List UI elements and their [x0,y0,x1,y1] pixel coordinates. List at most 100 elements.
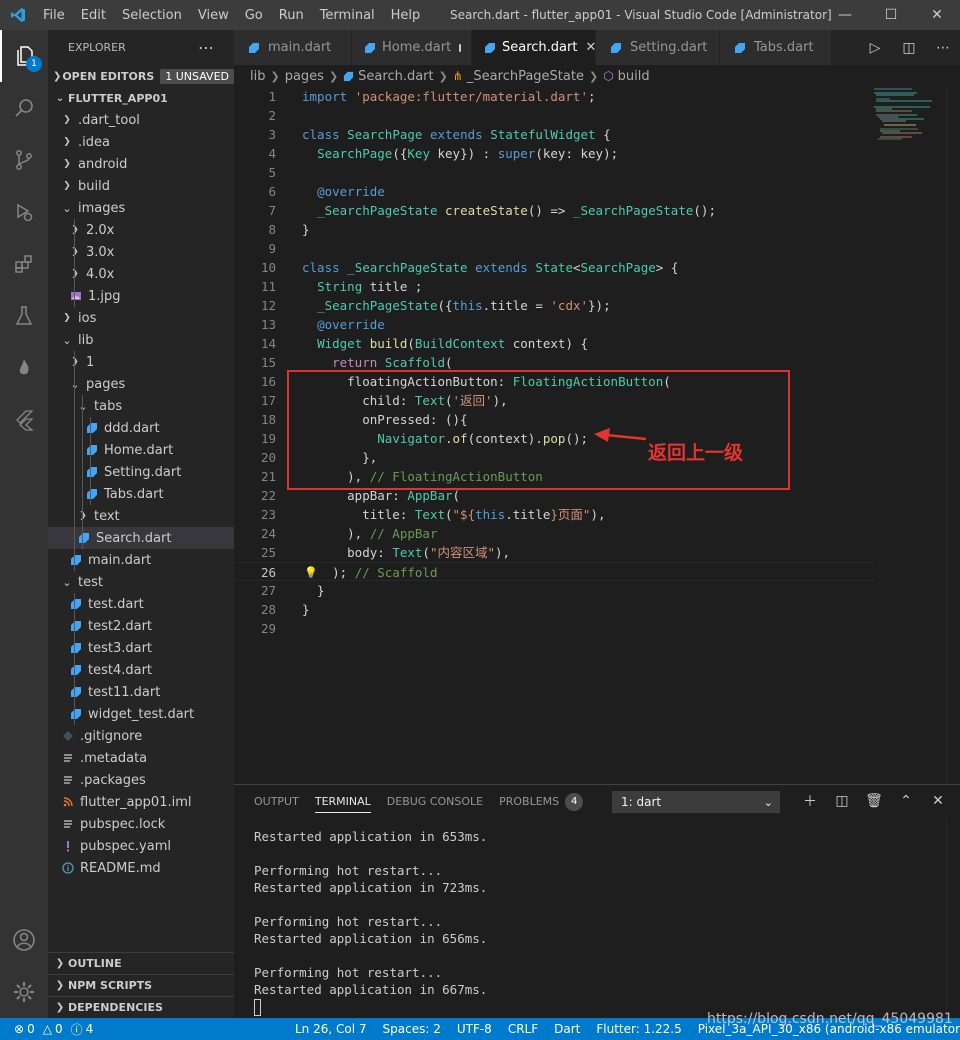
project-section[interactable]: ⌄ FLUTTER_APP01 [48,87,234,109]
search-activity-button[interactable] [0,82,48,134]
chevron-up-icon[interactable]: ⌃ [890,789,922,813]
breadcrumb-file[interactable]: Search.dart [358,69,433,84]
menu-selection[interactable]: Selection [114,8,190,23]
menu-go[interactable]: Go [237,8,271,23]
code-token: Key [407,146,430,161]
chevron-right-icon: ❯ [68,225,82,235]
tree-file[interactable]: .metadata [48,747,234,769]
tab-setting-dart[interactable]: Setting.dart [596,30,720,65]
close-panel-icon[interactable]: ✕ [922,789,954,813]
outline-section[interactable]: ❯ OUTLINE [48,952,234,974]
problems-status[interactable]: ⊗ 0 △ 0 ⓘ 4 [0,1021,93,1038]
manage-activity-button[interactable] [0,966,48,1018]
tab-output[interactable]: OUTPUT [254,785,299,818]
tree-file[interactable]: ddd.dart [48,417,234,439]
tree-file[interactable]: pubspec.yaml [48,835,234,857]
terminal-scrollbar[interactable] [946,818,960,1018]
run-debug-activity-button[interactable] [0,186,48,238]
tree-file[interactable]: Setting.dart [48,461,234,483]
accounts-activity-button[interactable] [0,914,48,966]
lightbulb-icon[interactable]: 💡 [304,563,318,582]
menu-help[interactable]: Help [383,8,429,23]
tree-folder[interactable]: ❯ android [48,153,234,175]
tree-folder[interactable]: ❯ .idea [48,131,234,153]
new-terminal-icon[interactable]: ＋ [794,789,826,813]
tree-file[interactable]: .packages [48,769,234,791]
tree-file[interactable]: widget_test.dart [48,703,234,725]
line-endings[interactable]: CRLF [508,1022,538,1036]
tree-file[interactable]: test2.dart [48,615,234,637]
menu-terminal[interactable]: Terminal [312,8,383,23]
tree-file[interactable]: README.md [48,857,234,879]
open-editors-section[interactable]: ❯ OPEN EDITORS 1 UNSAVED [48,65,234,87]
breadcrumb-class[interactable]: _SearchPageState [467,69,584,84]
flutter-activity-button[interactable] [0,394,48,446]
split-terminal-icon[interactable]: ◫ [826,789,858,813]
menu-file[interactable]: File [35,8,73,23]
testing-activity-button[interactable] [0,290,48,342]
breadcrumb-lib[interactable]: lib [250,69,265,84]
npm-scripts-section[interactable]: ❯ NPM SCRIPTS [48,974,234,996]
breadcrumb-method[interactable]: build [618,69,650,84]
language-mode[interactable]: Dart [554,1022,580,1036]
tree-folder[interactable]: ❯ ios [48,307,234,329]
more-actions-button[interactable]: ⋯ [198,38,214,57]
indentation[interactable]: Spaces: 2 [383,1022,441,1036]
tree-file[interactable]: Tabs.dart [48,483,234,505]
info-file-icon [60,860,76,876]
dependencies-section[interactable]: ❯ DEPENDENCIES [48,996,234,1018]
menu-edit[interactable]: Edit [73,8,114,23]
breadcrumb-pages[interactable]: pages [285,69,324,84]
tree-file[interactable]: Home.dart [48,439,234,461]
more-icon[interactable]: ⋯ [926,40,960,56]
tree-folder[interactable]: ❯ text [48,505,234,527]
trash-icon[interactable]: 🗑 [858,789,890,813]
tree-folder[interactable]: ⌄ lib [48,329,234,351]
split-editor-icon[interactable]: ◫ [892,40,926,56]
tree-file[interactable]: test.dart [48,593,234,615]
tab-main-dart[interactable]: main.dart [234,30,352,65]
cursor-position[interactable]: Ln 26, Col 7 [295,1022,367,1036]
tree-file[interactable]: .gitignore [48,725,234,747]
minimize-button[interactable]: — [822,0,868,30]
encoding[interactable]: UTF-8 [457,1022,492,1036]
run-icon[interactable]: ▷ [858,40,892,56]
tree-file[interactable]: flutter_app01.iml [48,791,234,813]
tab-debug-console[interactable]: DEBUG CONSOLE [387,785,483,818]
terminal-select[interactable]: 1: dart ⌄ [612,791,780,813]
tree-folder[interactable]: ❯ .dart_tool [48,109,234,131]
source-control-activity-button[interactable] [0,134,48,186]
extensions-activity-button[interactable] [0,238,48,290]
tree-file[interactable]: test11.dart [48,681,234,703]
tree-file[interactable]: 1.jpg [48,285,234,307]
tree-file[interactable]: test4.dart [48,659,234,681]
close-icon[interactable]: ✕ [585,40,596,55]
explorer-activity-button[interactable]: 1 [0,30,48,82]
tree-folder[interactable]: ⌄ test [48,571,234,593]
dart-devtools-activity-button[interactable] [0,342,48,394]
minimap[interactable] [872,87,946,147]
tree-folder[interactable]: ⌄ images [48,197,234,219]
tree-folder[interactable]: ⌄ tabs [48,395,234,417]
tab-home-dart[interactable]: Home.dart [352,30,472,65]
tree-folder[interactable]: ❯ 3.0x [48,241,234,263]
tree-folder[interactable]: ❯1 [48,351,234,373]
tree-file[interactable]: main.dart [48,549,234,571]
tab-tabs-dart[interactable]: Tabs.dart [720,30,832,65]
tree-folder[interactable]: ❯ build [48,175,234,197]
menu-view[interactable]: View [190,8,237,23]
tree-file[interactable]: pubspec.lock [48,813,234,835]
tree-file[interactable]: Search.dart [48,527,234,549]
tree-folder[interactable]: ⌄ pages [48,373,234,395]
tree-folder[interactable]: ❯ 2.0x [48,219,234,241]
maximize-button[interactable]: ☐ [868,0,914,30]
tree-file[interactable]: test3.dart [48,637,234,659]
tab-search-dart[interactable]: Search.dart ✕ [472,30,596,65]
editor-scrollbar[interactable] [946,87,960,784]
close-window-button[interactable]: ✕ [914,0,960,30]
tab-terminal[interactable]: TERMINAL [314,785,371,818]
tree-folder[interactable]: ❯ 4.0x [48,263,234,285]
tab-problems[interactable]: PROBLEMS 4 [499,785,584,818]
flutter-version[interactable]: Flutter: 1.22.5 [596,1022,681,1036]
menu-run[interactable]: Run [271,8,312,23]
